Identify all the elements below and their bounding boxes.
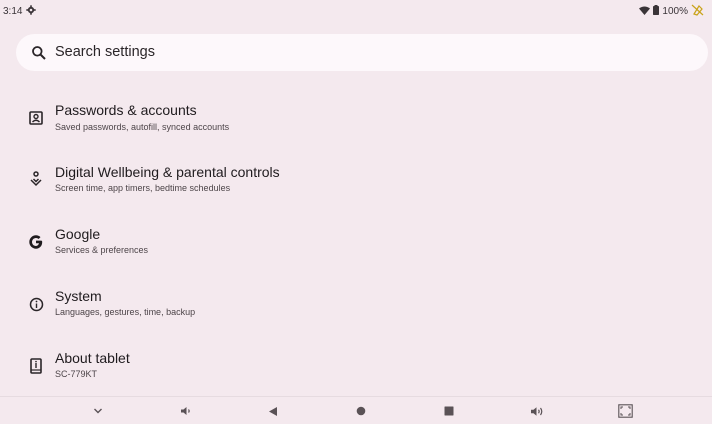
recents-icon[interactable] xyxy=(440,402,458,420)
setting-system[interactable]: System Languages, gestures, time, backup xyxy=(0,278,712,338)
battery-percent: 100% xyxy=(662,6,688,17)
status-bar: 3:14 100% xyxy=(0,0,712,22)
setting-title: Digital Wellbeing & parental controls xyxy=(55,164,280,180)
setting-subtitle: Saved passwords, autofill, synced accoun… xyxy=(55,122,230,132)
search-bar[interactable]: Search settings xyxy=(16,34,708,71)
setting-google[interactable]: Google Services & preferences xyxy=(0,216,712,276)
setting-subtitle: Screen time, app timers, bedtime schedul… xyxy=(55,183,231,193)
setting-title: Google xyxy=(55,226,101,242)
settings-gear-icon xyxy=(26,5,37,18)
search-placeholder: Search settings xyxy=(55,44,155,60)
setting-title: About tablet xyxy=(55,350,130,366)
setting-about-tablet[interactable]: About tablet SC-779KT xyxy=(0,340,712,400)
tablet-icon xyxy=(26,356,46,376)
setting-subtitle: Services & preferences xyxy=(55,245,149,255)
setting-digital-wellbeing[interactable]: Digital Wellbeing & parental controls Sc… xyxy=(0,154,712,214)
navigation-bar xyxy=(0,396,712,424)
no-sim-icon xyxy=(691,4,704,19)
back-icon[interactable] xyxy=(264,402,282,420)
volume-up-icon[interactable] xyxy=(528,402,546,420)
setting-title: System xyxy=(55,288,102,304)
volume-down-icon[interactable] xyxy=(177,402,195,420)
chevron-down-icon[interactable] xyxy=(89,402,107,420)
wellbeing-icon xyxy=(26,169,46,189)
account-box-icon xyxy=(26,108,46,128)
screenshot-icon[interactable] xyxy=(616,402,634,420)
battery-icon xyxy=(653,5,660,18)
search-icon xyxy=(31,45,47,61)
home-icon[interactable] xyxy=(352,402,370,420)
setting-subtitle: Languages, gestures, time, backup xyxy=(55,307,196,317)
setting-subtitle: SC-779KT xyxy=(55,369,98,379)
wifi-icon xyxy=(639,6,651,18)
setting-passwords-accounts[interactable]: Passwords & accounts Saved passwords, au… xyxy=(0,92,712,152)
google-icon xyxy=(26,232,46,252)
info-icon xyxy=(26,294,46,314)
setting-title: Passwords & accounts xyxy=(55,102,197,118)
status-time: 3:14 xyxy=(3,6,23,17)
